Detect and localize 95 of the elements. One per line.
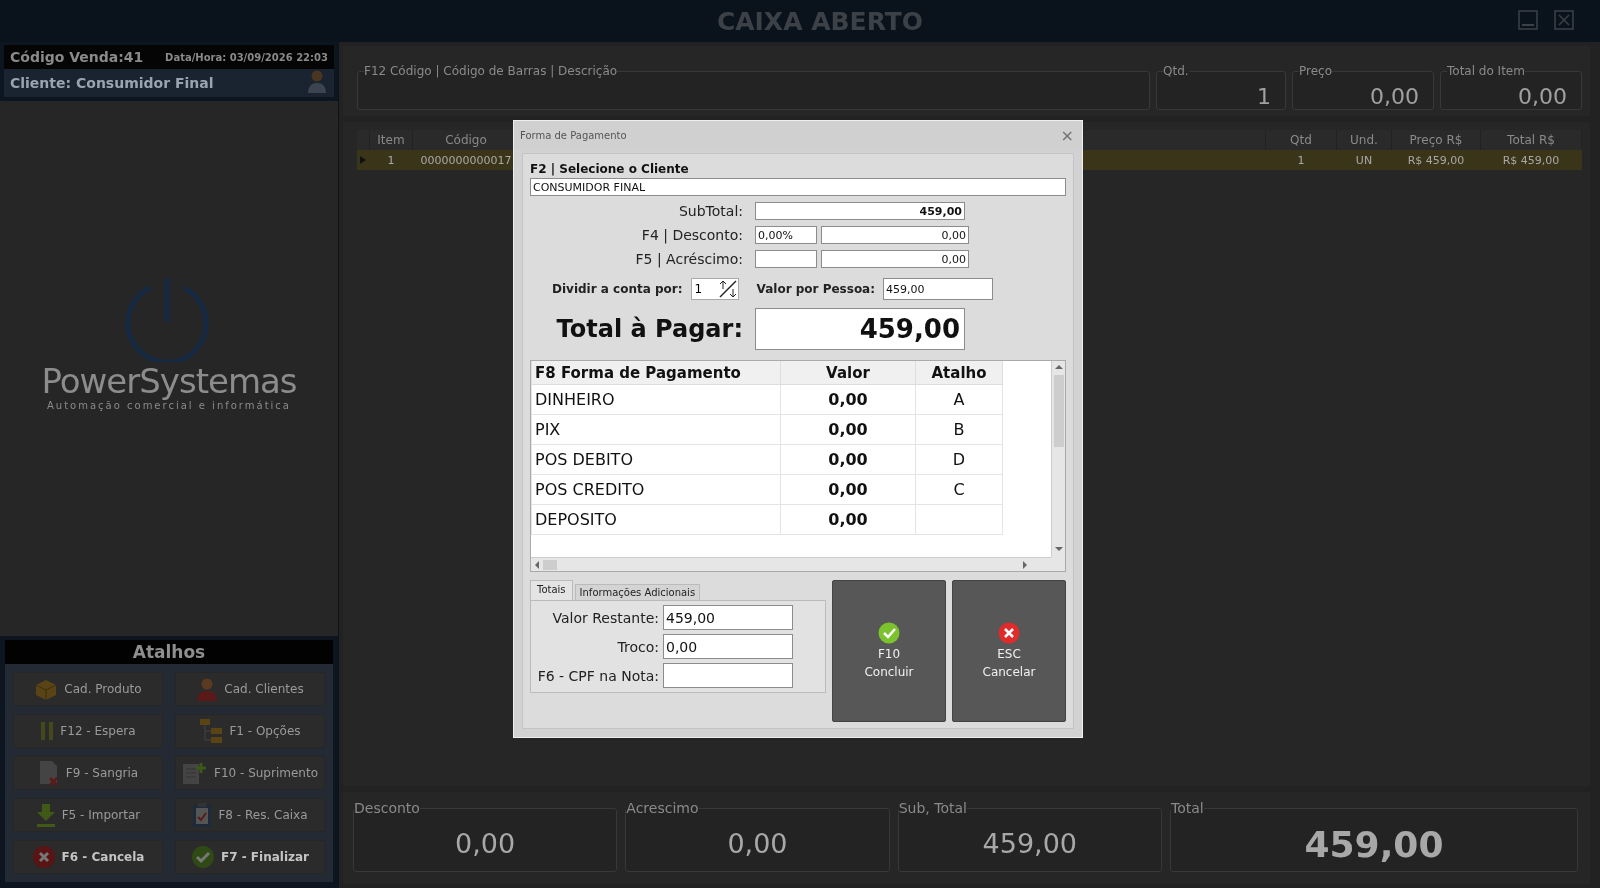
document-delete-icon	[37, 760, 60, 786]
amount-field[interactable]: 0,00	[821, 250, 969, 268]
field-label: Dividir a conta por:	[552, 282, 683, 296]
clipboard-icon	[192, 802, 213, 828]
close-icon[interactable]	[1554, 10, 1574, 30]
total-field: Sub, Total 459,00	[897, 800, 1162, 872]
table-cell: PIX	[531, 414, 781, 445]
sale-code: Código Venda:41	[10, 49, 144, 65]
column-header: Und.	[1336, 130, 1392, 150]
tree-icon	[199, 718, 224, 744]
check-icon	[190, 845, 215, 869]
shortcut-button[interactable]: Cad. Clientes	[175, 672, 325, 706]
table-cell: 0,00	[780, 414, 916, 445]
shortcut-button[interactable]: F1 - Opções	[175, 714, 325, 748]
dialog-title: Forma de Pagamento	[520, 129, 627, 141]
person-icon	[196, 677, 219, 701]
tab[interactable]: Totais	[530, 580, 573, 600]
shortcuts-title: Atalhos	[5, 640, 333, 664]
percent-field[interactable]: 0,00%	[755, 226, 817, 244]
value-field[interactable]: Preço 0,00	[1292, 64, 1434, 110]
percent-field[interactable]	[755, 250, 817, 268]
table-cell: POS CREDITO	[531, 474, 781, 505]
field-label: F2 | Selecione o Cliente	[530, 162, 690, 176]
total-label: Total à Pagar:	[555, 315, 744, 343]
shortcut-button[interactable]: Cad. Produto	[13, 672, 163, 706]
field-label: Valor Restante:	[551, 609, 659, 626]
shortcut-button[interactable]: F12 - Espera	[13, 714, 163, 748]
total-field: Acrescimo 0,00	[625, 800, 890, 872]
table-cell: 0,00	[780, 504, 916, 535]
table-cell: 1	[1265, 150, 1337, 170]
amount-field[interactable]: 0,00	[821, 226, 969, 244]
input-field[interactable]: 459,00	[663, 605, 793, 630]
shortcut-key: C	[953, 480, 965, 499]
input-field[interactable]	[663, 663, 793, 688]
table-cell: R$ 459,00	[1391, 150, 1481, 170]
minimize-icon[interactable]	[1518, 10, 1538, 30]
search-field[interactable]: F12 Código | Código de Barras | Descrição	[357, 64, 1150, 110]
client-field[interactable]: CONSUMIDOR FINAL	[530, 178, 1066, 196]
column-header: Preço R$	[1391, 130, 1481, 150]
table-cell: UN	[1336, 150, 1392, 170]
shortcut-button[interactable]: F10 - Suprimento	[175, 756, 325, 790]
table-cell: 1	[369, 150, 413, 170]
column-header: Valor	[780, 361, 916, 385]
shortcut-button[interactable]: F7 - Finalizar	[175, 840, 325, 874]
confirm-button[interactable]: F10 Concluir	[832, 580, 946, 722]
subtotal-field[interactable]: 459,00	[755, 202, 965, 220]
number-spinner[interactable]: 1	[690, 278, 739, 300]
brand-tagline: Automação comercial e informática	[47, 400, 291, 411]
column-header: F8 Forma de Pagamento	[531, 361, 781, 385]
value-field[interactable]: Qtd. 1	[1156, 64, 1286, 110]
box-icon	[34, 678, 59, 700]
table-cell: POS DEBITO	[531, 444, 781, 475]
field-label: Valor por Pessoa:	[756, 282, 876, 296]
document-add-icon	[182, 761, 208, 785]
client-name: Cliente: Consumidor Final	[10, 75, 214, 91]
table-cell: DINHEIRO	[531, 384, 781, 415]
field-label: Troco:	[616, 638, 659, 655]
column-header: Item	[369, 130, 413, 150]
total-field: Desconto 0,00	[353, 800, 618, 872]
column-header: Total R$	[1480, 130, 1582, 150]
total-field: 459,00	[755, 308, 965, 350]
field-label: F6 - CPF na Nota:	[537, 667, 659, 684]
table-cell: 0,00	[780, 384, 916, 415]
table-cell: DEPOSITO	[531, 504, 781, 535]
per-person-field[interactable]: 459,00	[883, 278, 994, 300]
cancel-icon	[31, 845, 56, 869]
column-header: Atalho	[915, 361, 1003, 385]
shortcut-key: D	[952, 450, 966, 469]
field-label: SubTotal:	[677, 203, 744, 219]
total-field: Total 459,00	[1170, 800, 1578, 872]
row-pointer-icon	[360, 155, 367, 164]
field-label: F5 | Acréscimo:	[634, 251, 744, 267]
sale-datetime: Data/Hora: 03/09/2026 22:03	[165, 51, 328, 63]
check-icon	[878, 621, 900, 644]
shortcut-button[interactable]: F6 - Cancela	[13, 840, 163, 874]
pause-icon	[40, 721, 55, 741]
tab[interactable]: Informações Adicionais	[574, 584, 701, 600]
table-cell: 0,00	[780, 444, 916, 475]
table-cell: 0,00	[780, 474, 916, 505]
download-icon	[35, 803, 56, 827]
brand-name: PowerSystemas	[41, 364, 297, 398]
spinner-arrows-icon[interactable]	[717, 279, 738, 299]
column-header: Qtd	[1265, 130, 1337, 150]
field-label: F4 | Desconto:	[640, 227, 744, 243]
person-icon	[306, 69, 328, 93]
shortcut-key: B	[953, 420, 965, 439]
table-cell: R$ 459,00	[1480, 150, 1582, 170]
shortcut-key: A	[953, 390, 965, 409]
shortcut-button[interactable]: F9 - Sangria	[13, 756, 163, 790]
cancel-button[interactable]: ESC Cancelar	[952, 580, 1066, 722]
shortcut-button[interactable]: F5 - Importar	[13, 798, 163, 832]
value-field[interactable]: Total do Item 0,00	[1440, 64, 1582, 110]
shortcut-button[interactable]: F8 - Res. Caixa	[175, 798, 325, 832]
cancel-icon	[998, 621, 1020, 644]
input-field[interactable]: 0,00	[663, 634, 793, 659]
